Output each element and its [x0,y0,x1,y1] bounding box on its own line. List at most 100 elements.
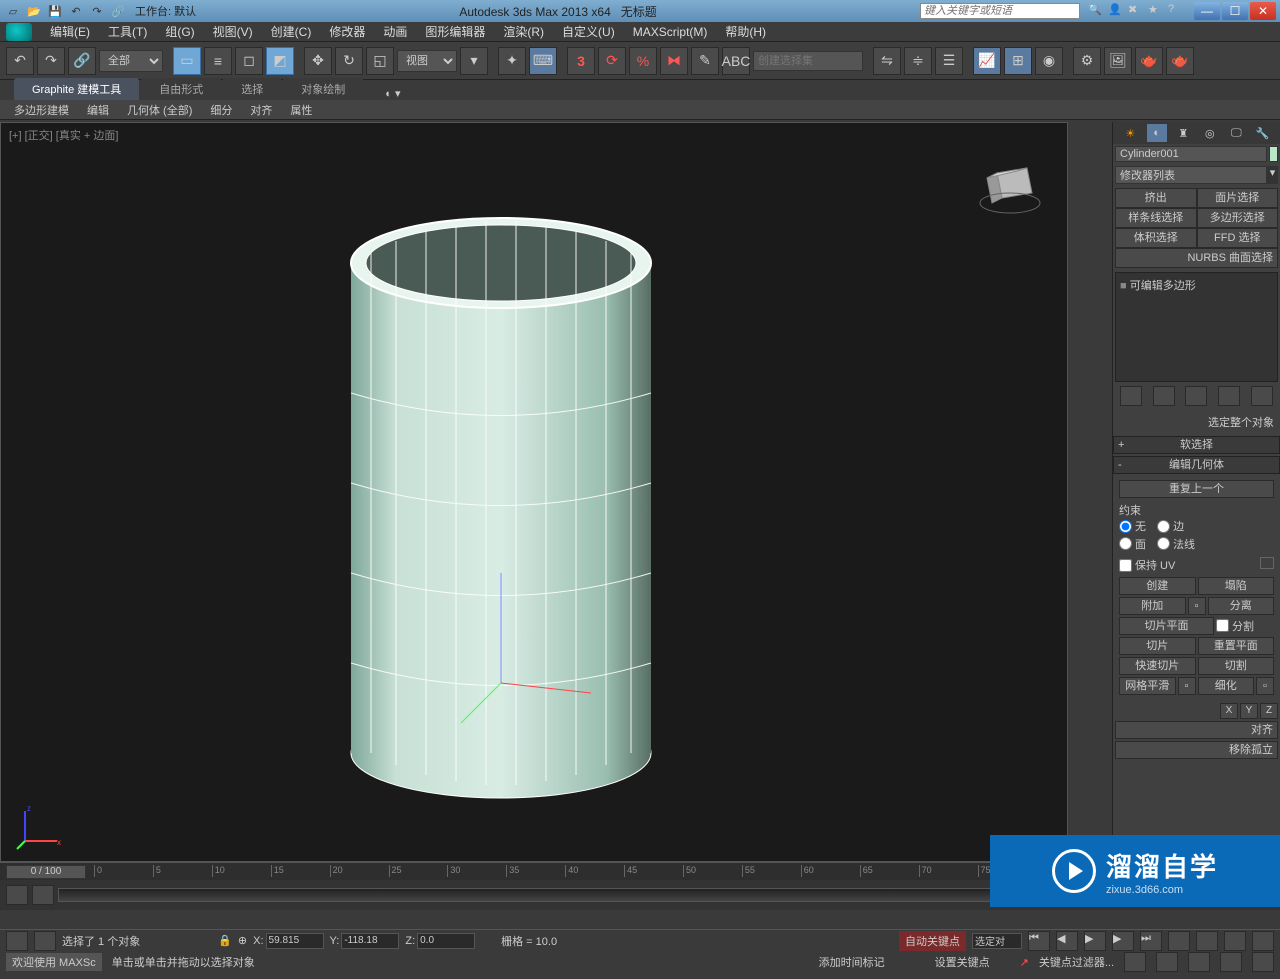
key-filter-combo[interactable] [972,933,1022,949]
constraint-none[interactable]: 无 [1119,518,1146,534]
cylinder-object[interactable] [341,193,701,813]
maxscript-listener[interactable]: 欢迎使用 MAXSc [6,953,102,971]
auto-key-button[interactable]: 自动关键点 [899,931,966,951]
make-unique-icon[interactable] [1185,386,1207,406]
constraint-normal[interactable]: 法线 [1157,536,1195,552]
play-start-icon[interactable]: ⏮ [1028,931,1050,951]
undo-icon[interactable]: ↶ [67,3,85,19]
btn-reset-plane[interactable]: 重置平面 [1198,637,1275,655]
menu-edit[interactable]: 编辑(E) [42,21,98,42]
rollout-edit-geometry[interactable]: -编辑几何体 [1113,456,1280,474]
nav-4-icon[interactable] [1252,952,1274,972]
mirror-button[interactable]: ⇋ [873,47,901,75]
render-prod-button[interactable]: 🫖 [1166,47,1194,75]
edit-named-sel-button[interactable]: ✎ [691,47,719,75]
nav-pan-icon[interactable] [1224,931,1246,951]
time-config-icon[interactable] [1124,952,1146,972]
ribbon-dropdown-icon[interactable]: ◐ ▾ [385,87,400,100]
btn-slice-plane[interactable]: 切片平面 [1119,617,1214,635]
show-end-result-icon[interactable] [1153,386,1175,406]
play-next-icon[interactable]: ▶ [1112,931,1134,951]
snap-3-button[interactable]: 3 [567,47,595,75]
trackbar-btn-2[interactable] [32,885,54,905]
split-check[interactable]: 分割 [1216,617,1266,635]
signin-icon[interactable]: 👤 [1108,3,1124,19]
move-button[interactable]: ✥ [304,47,332,75]
nav-zoom-icon[interactable] [1168,931,1190,951]
named-selection-set[interactable] [753,51,863,71]
ribbon-tab-selection[interactable]: 选择 [223,78,281,100]
new-icon[interactable]: ▱ [4,3,22,19]
modify-tab-icon[interactable]: ◐ [1147,124,1167,142]
pivot-button[interactable]: ▾ [460,47,488,75]
select-object-button[interactable]: ▭ [173,47,201,75]
coord-toggle-icon[interactable]: ⊕ [238,934,247,947]
ribbon-tab-paint[interactable]: 对象绘制 [283,78,363,100]
constraint-edge[interactable]: 边 [1157,518,1184,534]
workspace-label[interactable]: 工作台: 默认 [135,3,196,19]
menu-modifiers[interactable]: 修改器 [321,21,373,42]
axis-y[interactable]: Y [1240,703,1258,719]
panel-subdivide[interactable]: 细分 [202,100,240,120]
modifier-stack[interactable]: 可编辑多边形 [1115,272,1278,382]
status-icon-1[interactable] [6,931,28,951]
viewport-label[interactable]: [+] [正交] [真实 + 边面] [9,127,118,143]
object-color-swatch[interactable] [1269,146,1278,162]
menu-create[interactable]: 创建(C) [263,21,320,42]
select-whole-object[interactable]: 选定整个对象 [1113,410,1280,434]
status-icon-2[interactable] [34,931,56,951]
menu-help[interactable]: 帮助(H) [717,21,774,42]
btn-grid-align[interactable]: 对齐 [1115,721,1278,739]
btn-mesh-select[interactable]: 面片选择 [1197,188,1279,208]
exchange-icon[interactable]: ✖ [1128,3,1144,19]
selection-filter[interactable]: 全部 [99,50,163,72]
play-icon[interactable]: ▶ [1084,931,1106,951]
utilities-tab-icon[interactable]: 🔧 [1253,124,1273,142]
open-icon[interactable]: 📂 [25,3,43,19]
modifier-list-arrow[interactable]: ▾ [1267,166,1278,184]
key-filters[interactable]: 关键点过滤器... [1039,954,1114,970]
window-crossing-button[interactable]: ◩ [266,47,294,75]
panel-edit[interactable]: 编辑 [79,100,117,120]
set-key-button[interactable]: 设置关键点 [935,954,990,970]
rollout-soft-selection[interactable]: +软选择 [1113,436,1280,454]
menu-grapheditors[interactable]: 图形编辑器 [417,21,493,42]
undo-button[interactable]: ↶ [6,47,34,75]
hierarchy-tab-icon[interactable]: ♜ [1173,124,1193,142]
trackbar-btn-1[interactable] [6,885,28,905]
remove-mod-icon[interactable] [1218,386,1240,406]
constraint-face[interactable]: 面 [1119,536,1146,552]
btn-tessellate[interactable]: 细化 [1198,677,1255,695]
nav-3-icon[interactable] [1220,952,1242,972]
btn-create[interactable]: 创建 [1119,577,1196,595]
menu-group[interactable]: 组(G) [157,21,202,42]
x-coord-input[interactable] [266,933,324,949]
ribbon-tab-graphite[interactable]: Graphite 建模工具 [14,78,139,100]
link-button[interactable]: 🔗 [68,47,96,75]
modifier-list-combo[interactable] [1115,166,1267,184]
btn-slice[interactable]: 切片 [1119,637,1196,655]
stack-editable-poly[interactable]: 可编辑多边形 [1120,277,1273,293]
close-button[interactable]: ✕ [1250,2,1276,20]
spinner-snap-button[interactable]: ⧓ [660,47,688,75]
menu-tools[interactable]: 工具(T) [100,21,155,42]
menu-maxscript[interactable]: MAXScript(M) [625,23,716,41]
viewcube-icon[interactable] [977,153,1047,223]
menu-animation[interactable]: 动画 [375,21,415,42]
menu-views[interactable]: 视图(V) [205,21,261,42]
panel-properties[interactable]: 属性 [282,100,320,120]
rotate-button[interactable]: ↻ [335,47,363,75]
curve-editor-button[interactable]: 📈 [973,47,1001,75]
keyboard-shortcut-button[interactable]: ⌨ [529,47,557,75]
align-button[interactable]: ≑ [904,47,932,75]
save-icon[interactable]: 💾 [46,3,64,19]
pin-stack-icon[interactable] [1120,386,1142,406]
btn-msmooth-opt[interactable]: ▫ [1178,677,1196,695]
favorite-icon[interactable]: ★ [1148,3,1164,19]
z-coord-input[interactable] [417,933,475,949]
axis-z[interactable]: Z [1260,703,1278,719]
axis-x[interactable]: X [1220,703,1238,719]
nav-zoomall-icon[interactable] [1196,931,1218,951]
btn-detach[interactable]: 分离 [1208,597,1275,615]
render-setup-button[interactable]: ⚙ [1073,47,1101,75]
